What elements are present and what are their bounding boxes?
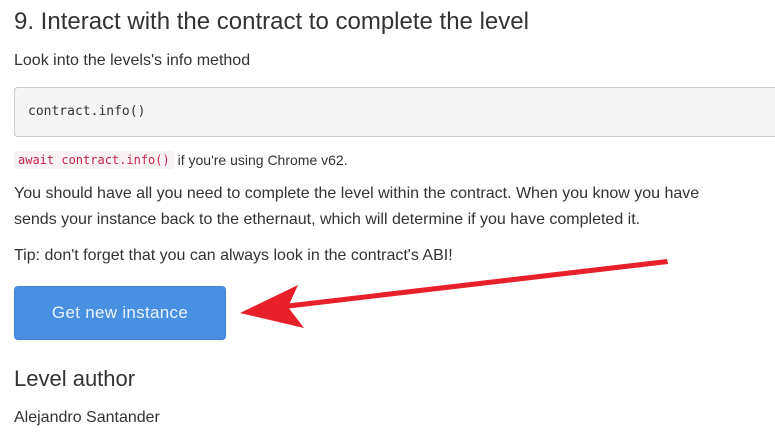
author-name: Alejandro Santander bbox=[14, 409, 160, 426]
code-block: contract.info() bbox=[14, 87, 775, 137]
code-text: contract.info() bbox=[28, 104, 146, 119]
tip-text: Tip: don't forget that you can always lo… bbox=[14, 247, 453, 264]
chrome-note: await contract.info() if you're using Ch… bbox=[14, 149, 348, 171]
description-line-1: You should have all you need to complete… bbox=[14, 185, 700, 202]
inline-code: await contract.info() bbox=[14, 151, 174, 169]
description-line-2: sends your instance back to the ethernau… bbox=[14, 211, 641, 228]
author-heading: Level author bbox=[14, 366, 136, 391]
chrome-note-text: if you're using Chrome v62. bbox=[173, 152, 348, 168]
level-instructions: 9. Interact with the contract to complet… bbox=[14, 0, 775, 433]
step-heading: 9. Interact with the contract to complet… bbox=[14, 8, 529, 35]
info-instruction: Look into the levels's info method bbox=[14, 52, 251, 69]
get-new-instance-button[interactable]: Get new instance bbox=[14, 286, 226, 340]
